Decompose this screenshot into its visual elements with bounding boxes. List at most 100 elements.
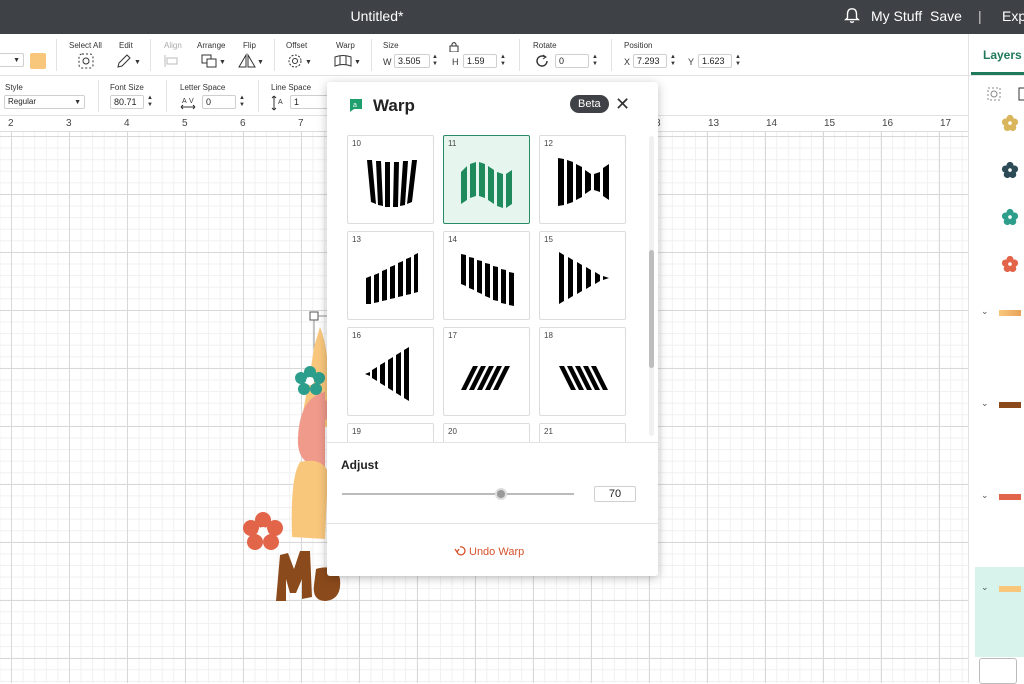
color-swatch[interactable] xyxy=(30,53,46,69)
layer-text-thumbnail[interactable] xyxy=(999,402,1021,408)
warp-tile-19[interactable]: 19 xyxy=(347,423,434,442)
warp-perspective-up-icon xyxy=(366,253,418,304)
divider xyxy=(519,39,520,71)
offset-icon[interactable] xyxy=(285,53,305,69)
warp-icon[interactable] xyxy=(333,53,353,69)
selected-layer[interactable] xyxy=(975,567,1024,657)
ruler-mark: 14 xyxy=(766,118,778,129)
warp-tile-18[interactable]: 18 xyxy=(539,327,626,416)
warp-tile-17[interactable]: 17 xyxy=(443,327,530,416)
x-stepper[interactable]: ▲ ▼ xyxy=(669,54,677,68)
bell-icon[interactable] xyxy=(843,7,861,25)
warp-tile-10[interactable]: 10 xyxy=(347,135,434,224)
adjust-slider-thumb[interactable] xyxy=(495,488,507,500)
warp-tile-16[interactable]: 16 xyxy=(347,327,434,416)
warp-caret-icon[interactable]: ▼ xyxy=(354,59,361,66)
rotate-stepper[interactable]: ▲ ▼ xyxy=(591,54,599,68)
layer-flower-navy-icon[interactable] xyxy=(1001,161,1019,179)
letter-space-stepper[interactable]: ▲ ▼ xyxy=(238,95,246,109)
lock-icon[interactable] xyxy=(449,41,459,52)
font-size-field[interactable]: 80.71 xyxy=(110,95,144,109)
letter-space-label: Letter Space xyxy=(180,83,226,92)
save-button[interactable]: Save xyxy=(930,8,962,24)
layer-flower-teal-icon[interactable] xyxy=(1001,208,1019,226)
arrange-caret-icon[interactable]: ▼ xyxy=(219,59,226,66)
layer-text-thumbnail[interactable] xyxy=(999,310,1021,316)
height-field[interactable]: 1.59 xyxy=(463,54,497,68)
warp-tile-20[interactable]: 20 xyxy=(443,423,530,442)
layer-flower-gold-icon[interactable] xyxy=(1001,114,1019,132)
select-all-label: Select All xyxy=(69,41,102,50)
rotate-field[interactable]: 0 xyxy=(555,54,589,68)
divider xyxy=(371,39,372,71)
operation-select[interactable]: ▼ xyxy=(0,53,24,67)
adjust-value-field[interactable]: 70 xyxy=(594,486,636,502)
warp-panel-icon: a xyxy=(350,99,362,112)
select-all-icon[interactable] xyxy=(76,53,96,69)
warp-label: Warp xyxy=(336,41,355,50)
warp-style-grid: 10 11 12 13 14 15 16 17 18 19 20 21 xyxy=(327,132,658,442)
divider xyxy=(969,75,1024,76)
close-icon[interactable]: ✕ xyxy=(615,95,630,113)
font-size-stepper[interactable]: ▲ ▼ xyxy=(146,95,154,109)
x-field[interactable]: 7.293 xyxy=(633,54,667,68)
edit-pencil-icon[interactable] xyxy=(114,53,134,69)
svg-text:a: a xyxy=(353,102,357,109)
chevron-down-icon[interactable]: ⌄ xyxy=(981,306,989,317)
tile-number: 18 xyxy=(544,331,553,340)
title-bar: Untitled* My Stuff Save | Exp xyxy=(0,0,1024,34)
arrange-icon[interactable] xyxy=(200,53,220,69)
layer-text-thumbnail[interactable] xyxy=(999,494,1021,500)
rotate-icon[interactable] xyxy=(532,53,552,69)
edit-label: Edit xyxy=(119,41,133,50)
layer-flower-red-icon[interactable] xyxy=(1001,255,1019,273)
adjust-slider-track[interactable] xyxy=(342,493,574,495)
style-label: Style xyxy=(5,83,23,92)
warp-slant-right-icon xyxy=(461,366,510,390)
ruler-mark: 16 xyxy=(882,118,894,129)
warp-triangle-right-icon xyxy=(559,252,609,304)
warp-tile-14[interactable]: 14 xyxy=(443,231,530,320)
my-stuff-link[interactable]: My Stuff xyxy=(871,8,922,24)
warp-tile-21[interactable]: 21 xyxy=(539,423,626,442)
divider xyxy=(611,39,612,71)
size-label: Size xyxy=(383,41,399,50)
divider xyxy=(166,80,167,112)
arrange-label: Arrange xyxy=(197,41,226,50)
warp-tile-11[interactable]: 11 xyxy=(443,135,530,224)
chevron-down-icon[interactable]: ⌄ xyxy=(981,582,989,593)
warp-slant-left-icon xyxy=(559,366,608,390)
align-icon[interactable] xyxy=(162,53,182,69)
undo-warp-button[interactable]: Undo Warp xyxy=(454,543,524,558)
height-stepper[interactable]: ▲ ▼ xyxy=(499,54,507,68)
style-value: Regular xyxy=(8,97,37,106)
y-stepper[interactable]: ▲ ▼ xyxy=(734,54,742,68)
y-field[interactable]: 1.623 xyxy=(698,54,732,68)
offset-caret-icon[interactable]: ▼ xyxy=(305,59,312,66)
tile-number: 16 xyxy=(352,331,361,340)
warp-tile-13[interactable]: 13 xyxy=(347,231,434,320)
line-space-field[interactable]: 1 xyxy=(290,95,330,109)
warp-tile-12[interactable]: 12 xyxy=(539,135,626,224)
tab-layers[interactable]: Layers xyxy=(983,48,1022,62)
width-field[interactable]: 3.505 xyxy=(394,54,430,68)
style-select[interactable]: Regular ▼ xyxy=(4,95,85,109)
duplicate-icon[interactable] xyxy=(1017,86,1024,102)
chevron-down-icon[interactable]: ⌄ xyxy=(981,490,989,501)
letter-space-field[interactable]: 0 xyxy=(202,95,236,109)
width-stepper[interactable]: ▲ ▼ xyxy=(431,54,439,68)
chevron-down-icon[interactable]: ⌄ xyxy=(981,398,989,409)
edit-caret-icon[interactable]: ▼ xyxy=(134,59,141,66)
ruler-mark: 7 xyxy=(298,118,304,129)
export-button[interactable]: Exp xyxy=(1002,8,1024,24)
divider xyxy=(274,39,275,71)
blank-canvas-swatch[interactable] xyxy=(979,658,1017,684)
grid-scrollbar-thumb[interactable] xyxy=(649,250,654,368)
flip-icon[interactable] xyxy=(237,53,257,69)
flip-caret-icon[interactable]: ▼ xyxy=(257,59,264,66)
warp-tile-15[interactable]: 15 xyxy=(539,231,626,320)
divider xyxy=(98,80,99,112)
layer-text-thumbnail[interactable] xyxy=(999,586,1021,592)
group-icon[interactable] xyxy=(986,86,1002,102)
beta-badge: Beta xyxy=(570,95,609,113)
